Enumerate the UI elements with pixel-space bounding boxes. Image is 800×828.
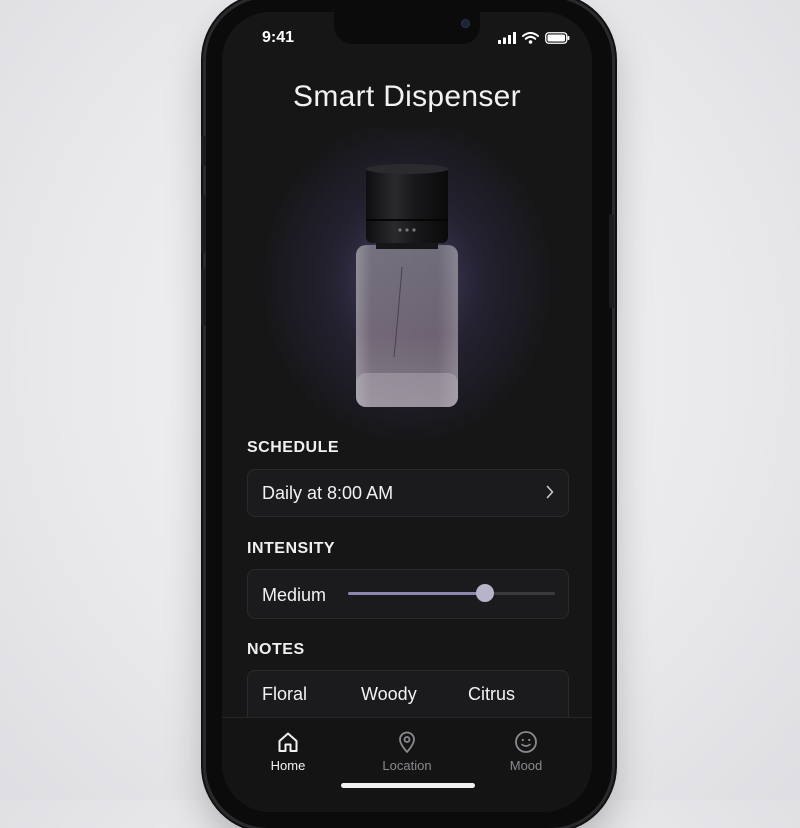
status-icons — [498, 32, 570, 44]
volume-down-button — [201, 268, 206, 326]
tab-bar: Home Location Mood — [222, 717, 592, 812]
notes-label: NOTES — [247, 641, 305, 658]
tab-location[interactable]: Location — [357, 730, 457, 773]
tab-mood[interactable]: Mood — [476, 730, 576, 773]
schedule-value: Daily at 8:00 AM — [262, 483, 394, 503]
app-screen: 9:41 Smart Dispenser SCHEDULE Daily at 8… — [222, 12, 592, 812]
note-chip-floral[interactable]: Floral — [262, 684, 307, 705]
action-button — [201, 136, 206, 166]
schedule-label: SCHEDULE — [247, 439, 340, 456]
battery-icon — [545, 32, 570, 44]
signal-icon — [498, 32, 516, 44]
tab-home[interactable]: Home — [238, 730, 338, 773]
tab-home-label: Home — [270, 758, 306, 773]
intensity-label: INTENSITY — [247, 540, 336, 557]
note-chip-citrus[interactable]: Citrus — [468, 684, 515, 705]
intensity-slider-thumb[interactable] — [475, 584, 494, 602]
volume-up-button — [201, 195, 206, 253]
tab-location-label: Location — [382, 758, 432, 773]
intensity-slider-fill — [348, 592, 485, 595]
location-pin-icon — [399, 731, 415, 753]
page-title: Smart Dispenser — [293, 80, 521, 113]
schedule-row[interactable]: Daily at 8:00 AM — [247, 469, 569, 517]
note-chip-woody[interactable]: Woody — [361, 684, 417, 705]
tab-mood-label: Mood — [509, 758, 543, 773]
status-time: 9:41 — [262, 29, 295, 46]
power-button — [609, 214, 614, 308]
intensity-slider[interactable] — [348, 584, 555, 602]
smiley-icon — [515, 731, 537, 753]
home-icon — [278, 732, 298, 752]
chevron-right-icon — [546, 485, 554, 499]
wifi-icon — [522, 32, 539, 44]
dynamic-island — [334, 12, 480, 44]
perfume-bottle-image — [356, 164, 458, 407]
intensity-row: Medium — [247, 569, 569, 619]
front-camera — [461, 19, 470, 28]
intensity-value: Medium — [262, 585, 327, 605]
home-indicator[interactable] — [341, 783, 475, 788]
